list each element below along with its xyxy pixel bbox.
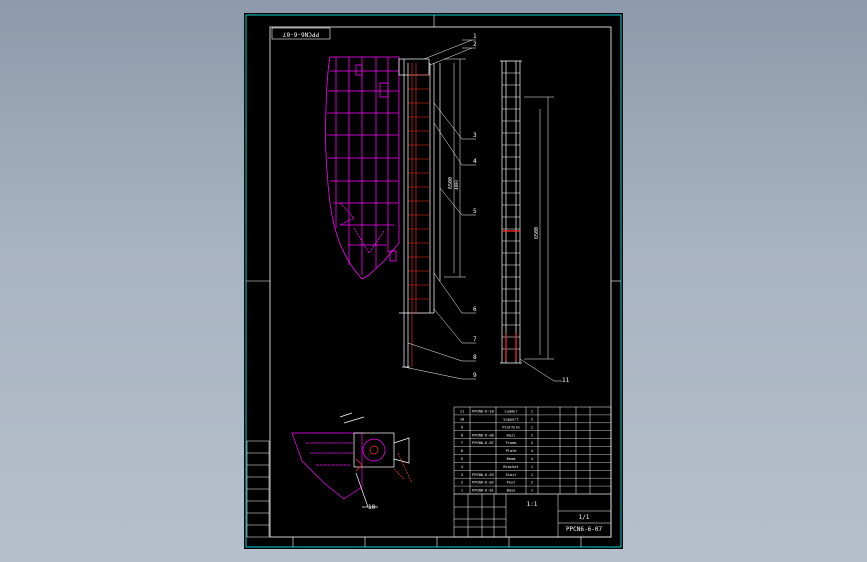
bom-cell-name: Frame: [506, 441, 517, 445]
bom-cell-name: Plate: [506, 449, 517, 453]
callout-8: 8: [473, 354, 477, 361]
cad-viewer-canvas[interactable]: PPCN6-6-07 6500 4800 1 2 3 4 5 6 7 8 9 1…: [0, 0, 867, 562]
hull-section: [325, 56, 400, 280]
sheet-label: 1/1: [579, 514, 590, 521]
bom-cell-code: PPCN6-6-08: [472, 433, 494, 437]
bom-cell-qty: 1: [531, 410, 533, 414]
drawing-svg: PPCN6-6-07 6500 4800 1 2 3 4 5 6 7 8 9 1…: [245, 14, 622, 548]
bom-cell-qty: 4: [531, 457, 533, 461]
detail-view: [291, 412, 413, 508]
bom-cell-qty: 1: [531, 425, 533, 429]
bom-cell-code: PPCN6-6-01: [472, 489, 494, 493]
bom-table: 11 PPCN6-6-10 Ladder 110 Support 29 Platform 18…: [454, 410, 611, 495]
side-ladder-rungs: [502, 72, 520, 350]
scale-label: 1:1: [527, 501, 538, 508]
bom-cell-qty: 2: [531, 481, 533, 485]
bom-cell-no: 1: [461, 489, 463, 493]
bom-cell-no: 7: [461, 441, 463, 445]
callout-7: 7: [473, 336, 477, 343]
bom-cell-code: PPCN6-6-10: [472, 410, 494, 414]
bom-cell-no: 4: [461, 465, 463, 469]
revision-strip: [246, 440, 270, 538]
callout-9: 9: [473, 372, 477, 379]
bom-cell-name: Ladder: [505, 410, 519, 414]
bom-cell-code: PPCN6-6-03: [472, 473, 494, 477]
drawing-sheet: PPCN6-6-07 6500 4800 1 2 3 4 5 6 7 8 9 1…: [244, 13, 623, 549]
bom-cell-name: Bracket: [503, 465, 518, 469]
main-dimension: [444, 58, 466, 278]
side-ladder: [500, 60, 522, 364]
zone-ticks: [246, 15, 621, 547]
bom-cell-qty: 1: [531, 473, 533, 477]
callout-4: 4: [473, 158, 477, 165]
bom-cell-name: Rail: [507, 433, 516, 437]
bom-cell-no: 9: [461, 425, 463, 429]
callout-6: 6: [473, 306, 477, 313]
bom-cell-name: Stair: [506, 473, 518, 477]
drawing-code-rotated: PPCN6-6-07: [283, 31, 320, 38]
bom-cell-qty: 1: [531, 489, 533, 493]
bom-cell-name: Platform: [502, 425, 519, 429]
callout-5: 5: [473, 208, 477, 215]
bom-cell-qty: 2: [531, 417, 533, 421]
bom-cell-qty: 2: [531, 433, 533, 437]
bom-cell-no: 2: [461, 481, 463, 485]
bom-cell-qty: 4: [531, 449, 533, 453]
callout-1: 1: [473, 33, 477, 40]
bom-cell-qty: 2: [531, 441, 533, 445]
bom-cell-no: 5: [461, 457, 463, 461]
dimension-main-2: 4800: [454, 180, 459, 190]
callout-3: 3: [473, 132, 477, 139]
main-ladder-rungs: [408, 63, 430, 367]
bom-cell-name: Support: [503, 417, 518, 421]
bom-cell-name: Base: [507, 489, 516, 493]
bom-cell-no: 3: [461, 473, 463, 477]
side-ladder-accents: [502, 230, 520, 361]
bom-cell-no: 6: [461, 449, 463, 453]
side-dimension: [519, 96, 562, 382]
bom-cell-qty: 1: [531, 465, 533, 469]
callout-11: 11: [562, 377, 570, 384]
bom-cell-name: Post: [507, 481, 516, 485]
bom-cell-code: PPCN6-6-07: [472, 441, 494, 445]
callout-labels: 1 2 3 4 5 6 7 8 9 10 11: [368, 33, 570, 511]
bom-cell-code: PPCN6-6-02: [472, 481, 494, 485]
callout-2: 2: [473, 41, 477, 48]
drawing-code: PPCN6-6-07: [566, 526, 603, 533]
callout-10: 10: [368, 504, 376, 511]
bom-cell-no: 11: [460, 410, 464, 414]
main-ladder: [398, 58, 441, 368]
bom-cell-no: 10: [460, 417, 464, 421]
bom-cell-no: 8: [461, 433, 463, 437]
dimension-side: 6500: [534, 227, 540, 239]
outer-border: [245, 14, 622, 548]
bom-cell-name: Beam: [507, 457, 516, 461]
